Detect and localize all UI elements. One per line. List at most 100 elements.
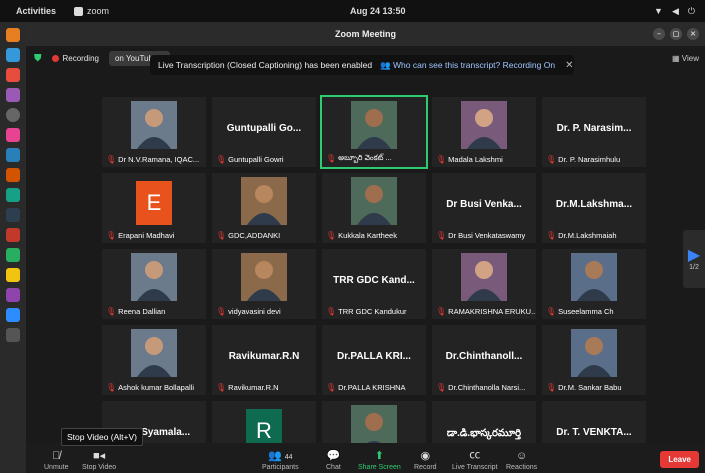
dock-zoom-icon[interactable] xyxy=(6,308,20,322)
dock-app-icon[interactable] xyxy=(6,288,20,302)
participant-name-label: 🎙 Madala Lakshmi xyxy=(436,155,503,164)
mic-muted-icon: 🎙 xyxy=(216,307,227,316)
recording-indicator[interactable]: Recording xyxy=(51,53,99,63)
participant-display-name: TRR GDC Kand... xyxy=(333,275,415,286)
participant-tile[interactable]: 🎙 RAMAKRISHNA ERUKU... xyxy=(432,249,536,319)
participant-tile[interactable]: 🎙 Reena Dallian xyxy=(102,249,206,319)
dock-app-icon[interactable] xyxy=(6,48,20,62)
participant-name: Dr Busi Venkataswamy xyxy=(448,231,526,240)
participant-tile[interactable]: 🎙 Kukkala Kartheek xyxy=(322,173,426,243)
record-icon: ◉ xyxy=(420,450,431,462)
power-icon[interactable]: ⏻ xyxy=(688,6,695,17)
system-tray[interactable]: ▼ ◀ ⏻ xyxy=(654,6,695,17)
dock-app-icon[interactable] xyxy=(6,28,20,42)
dock-app-icon[interactable] xyxy=(6,148,20,162)
app-menu[interactable]: zoom xyxy=(74,6,109,16)
participant-name-label: 🎙 Reena Dallian xyxy=(106,307,165,316)
participant-video xyxy=(131,101,177,149)
participant-tile[interactable]: Dr.Chinthanoll... 🎙 Dr.Chinthanolla Narsi.… xyxy=(432,325,536,395)
network-icon[interactable]: ▼ xyxy=(654,6,663,16)
participant-tile[interactable]: Ravikumar.R.N 🎙 Ravikumar.R.N xyxy=(212,325,316,395)
dock-app-icon[interactable] xyxy=(6,168,20,182)
dock-app-icon[interactable] xyxy=(6,228,20,242)
participant-tile[interactable]: 🎙 Dr N.V.Ramana, IQAC... xyxy=(102,97,206,167)
page-indicator: 1/2 xyxy=(689,263,699,271)
participant-tile[interactable]: 🎙 Dr.M. Sankar Babu xyxy=(542,325,646,395)
transcript-visibility-link[interactable]: 👥 Who can see this transcript? Recording… xyxy=(380,60,555,71)
dock-app-icon[interactable] xyxy=(6,128,20,142)
record-button[interactable]: ◉ Record xyxy=(414,449,437,471)
participant-tile[interactable]: 🎙 అబ్బూరి వెంకట్ ... xyxy=(320,95,428,169)
participant-name: Dr.M.Lakshmaiah xyxy=(558,231,617,240)
participant-tile[interactable]: Guntupalli Go... 🎙 Guntupalli Gowri xyxy=(212,97,316,167)
participant-name-label: 🎙 GDC,ADDANKI xyxy=(216,231,280,240)
share-screen-button[interactable]: ⬆ Share Screen xyxy=(358,449,401,471)
banner-text: Live Transcription (Closed Captioning) h… xyxy=(158,60,373,70)
participant-name: Reena Dallian xyxy=(118,307,166,316)
participant-name: Madala Lakshmi xyxy=(448,155,503,164)
volume-icon[interactable]: ◀ xyxy=(672,6,679,17)
minimize-button[interactable]: – xyxy=(653,28,665,40)
os-top-bar: Activities zoom Aug 24 13:50 ▼ ◀ ⏻ xyxy=(0,0,705,22)
participant-display-name: Dr. P. Narasim... xyxy=(556,123,632,134)
participant-name: Ashok kumar Bollapalli xyxy=(118,383,195,392)
clock[interactable]: Aug 24 13:50 xyxy=(350,6,406,16)
mic-muted-icon: 🎙 xyxy=(436,383,447,392)
participant-name-label: 🎙 Dr.Chinthanolla Narsi... xyxy=(436,383,525,392)
mic-muted-icon: 🎙̸ xyxy=(52,450,61,462)
participant-tile[interactable]: Dr.PALLA KRI... 🎙 Dr.PALLA KRISHNA xyxy=(322,325,426,395)
leave-button[interactable]: Leave xyxy=(660,451,699,468)
participant-display-name: Dr.Chinthanoll... xyxy=(445,351,523,362)
dock-app-icon[interactable] xyxy=(6,88,20,102)
participant-tile[interactable]: Dr Busi Venka... 🎙 Dr Busi Venkataswamy xyxy=(432,173,536,243)
reactions-button[interactable]: ☺ Reactions xyxy=(506,450,537,471)
mic-muted-icon: 🎙 xyxy=(546,383,557,392)
participant-tile[interactable]: 🎙 Madala Lakshmi xyxy=(432,97,536,167)
participant-display-name: డా.డి.భాస్కరమూర్తి xyxy=(446,428,522,439)
close-button[interactable]: ✕ xyxy=(687,28,699,40)
participant-tile[interactable]: 🎙 GDC,ADDANKI xyxy=(212,173,316,243)
dock-app-icon[interactable] xyxy=(6,268,20,282)
dock-app-icon[interactable] xyxy=(6,248,20,262)
stop-video-button[interactable]: ■◂ Stop Video xyxy=(82,449,116,471)
next-page-button[interactable]: ▶ 1/2 xyxy=(683,230,705,288)
participant-name-label: 🎙 Suseelamma Ch xyxy=(546,307,614,316)
live-transcript-label: Live Transcript xyxy=(452,464,498,471)
participant-video xyxy=(351,101,397,149)
maximize-button[interactable]: ▢ xyxy=(670,28,682,40)
dock-app-icon[interactable] xyxy=(6,108,20,122)
unmute-button[interactable]: 🎙̸ Unmute xyxy=(44,450,69,471)
participant-tile[interactable]: 🎙 Suseelamma Ch xyxy=(542,249,646,319)
participant-tile[interactable]: 🎙 vidyavasini devi xyxy=(212,249,316,319)
participant-name: Ravikumar.R.N xyxy=(228,383,279,392)
participant-name: Dr. P. Narasimhulu xyxy=(558,155,621,164)
participant-tile[interactable]: E 🎙 Erapani Madhavi xyxy=(102,173,206,243)
participant-tile[interactable]: 🎙 Ashok kumar Bollapalli xyxy=(102,325,206,395)
participant-name-label: 🎙 Erapani Madhavi xyxy=(106,231,174,240)
cc-icon: ㏄ xyxy=(469,449,481,461)
live-transcript-button[interactable]: ㏄ Live Transcript xyxy=(452,446,498,471)
participant-name-label: 🎙 vidyavasini devi xyxy=(216,307,281,316)
participant-tile[interactable]: Dr. P. Narasim... 🎙 Dr. P. Narasimhulu xyxy=(542,97,646,167)
participant-tile[interactable]: TRR GDC Kand... 🎙 TRR GDC Kandukur xyxy=(322,249,426,319)
recording-label: Recording xyxy=(62,53,99,63)
participant-name: Dr.M. Sankar Babu xyxy=(558,383,622,392)
participant-name-label: 🎙 Dr.M. Sankar Babu xyxy=(546,383,622,392)
view-button[interactable]: ▦ View xyxy=(672,54,699,63)
participant-name: TRR GDC Kandukur xyxy=(338,307,407,316)
dock-app-icon[interactable] xyxy=(6,188,20,202)
dock-app-icon[interactable] xyxy=(6,68,20,82)
chat-button[interactable]: 💬 Chat xyxy=(326,449,341,471)
participant-display-name: Dr.PALLA KRI... xyxy=(337,351,411,362)
shield-icon[interactable]: ⛊ xyxy=(34,53,42,64)
dock-app-icon[interactable] xyxy=(6,328,20,342)
reactions-label: Reactions xyxy=(506,464,538,471)
participant-name-label: 🎙 అబ్బూరి వెంకట్ ... xyxy=(326,153,392,164)
mic-muted-icon: 🎙 xyxy=(326,383,337,392)
close-banner-icon[interactable]: ✕ xyxy=(565,60,573,71)
participant-tile[interactable]: Dr.M.Lakshma... 🎙 Dr.M.Lakshmaiah xyxy=(542,173,646,243)
participants-button[interactable]: 👥 44 Participants xyxy=(262,449,299,471)
dock-app-icon[interactable] xyxy=(6,208,20,222)
participant-name: Erapani Madhavi xyxy=(118,231,175,240)
activities-button[interactable]: Activities xyxy=(16,6,56,16)
